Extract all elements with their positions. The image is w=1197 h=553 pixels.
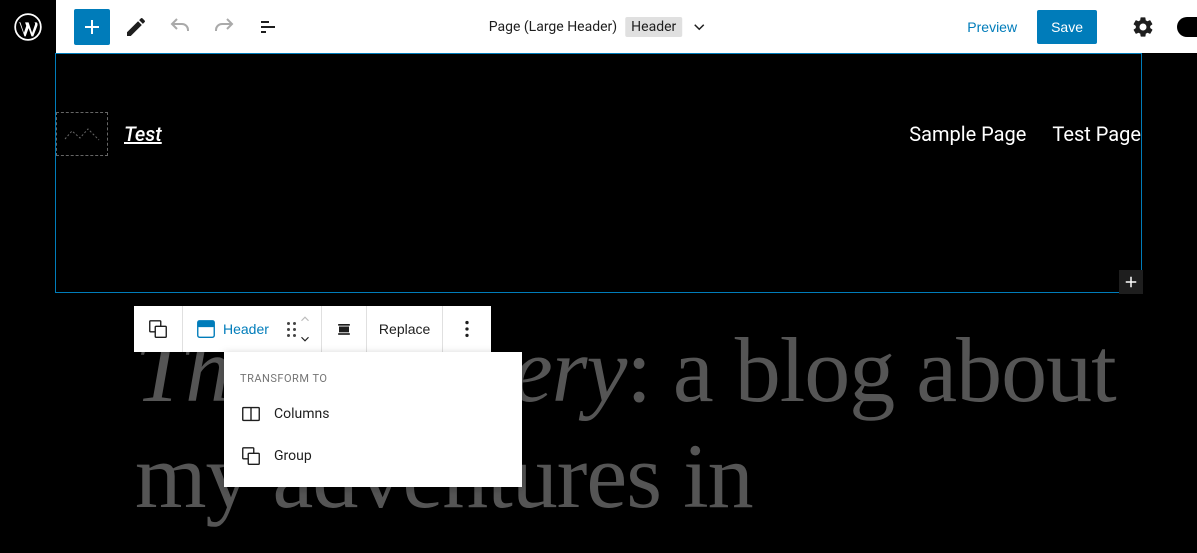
add-block-button[interactable] (74, 9, 110, 45)
columns-icon (240, 403, 262, 425)
block-type-label: Header (223, 321, 269, 337)
align-button[interactable] (322, 306, 366, 352)
block-movers (295, 309, 321, 349)
image-placeholder-icon (64, 124, 100, 144)
transform-popover: Transform to Columns Group (224, 352, 522, 487)
site-logo-placeholder[interactable] (56, 112, 108, 156)
append-block-button[interactable] (1119, 270, 1143, 294)
editor-topbar: Page (Large Header) Header Preview Save (0, 0, 1197, 53)
redo-button[interactable] (206, 9, 242, 45)
replace-button[interactable]: Replace (367, 306, 442, 352)
parent-block-button[interactable] (134, 306, 182, 352)
block-type-button[interactable]: Header (183, 306, 281, 352)
template-part-badge: Header (625, 17, 682, 37)
page-template-label: Page (Large Header) (489, 19, 617, 35)
toolbar-right: Preview Save (955, 9, 1197, 45)
header-inner: Test Sample Page Test Page (56, 54, 1141, 156)
move-up-button[interactable] (295, 309, 315, 329)
editor-canvas: Test Sample Page Test Page (0, 53, 1197, 293)
nav-menu: Sample Page Test Page (909, 122, 1141, 146)
site-branding: Test (56, 112, 162, 156)
chevron-down-icon (690, 18, 708, 36)
group-icon (240, 445, 262, 467)
transform-option-columns[interactable]: Columns (224, 393, 522, 435)
nav-link[interactable]: Test Page (1052, 122, 1141, 146)
header-template-block[interactable]: Test Sample Page Test Page (55, 53, 1142, 293)
drag-handle[interactable] (281, 322, 295, 337)
nav-link[interactable]: Sample Page (909, 122, 1026, 146)
move-down-button[interactable] (295, 329, 315, 349)
save-button[interactable]: Save (1037, 10, 1097, 44)
transform-option-label: Group (274, 448, 312, 464)
toolbar-left (56, 9, 286, 45)
document-title[interactable]: Page (Large Header) Header (489, 17, 709, 37)
more-options-button[interactable] (443, 306, 491, 352)
settings-button[interactable] (1125, 9, 1161, 45)
transform-option-group[interactable]: Group (224, 435, 522, 477)
preview-button[interactable]: Preview (955, 11, 1029, 43)
site-title[interactable]: Test (124, 122, 162, 146)
transform-option-label: Columns (274, 406, 329, 422)
list-view-button[interactable] (250, 9, 286, 45)
block-toolbar: Header Replace (134, 306, 491, 352)
view-toggle-icon[interactable] (1177, 17, 1197, 37)
wordpress-logo[interactable] (0, 0, 56, 53)
edit-tool-button[interactable] (118, 9, 154, 45)
popover-title: Transform to (224, 362, 522, 393)
undo-button[interactable] (162, 9, 198, 45)
